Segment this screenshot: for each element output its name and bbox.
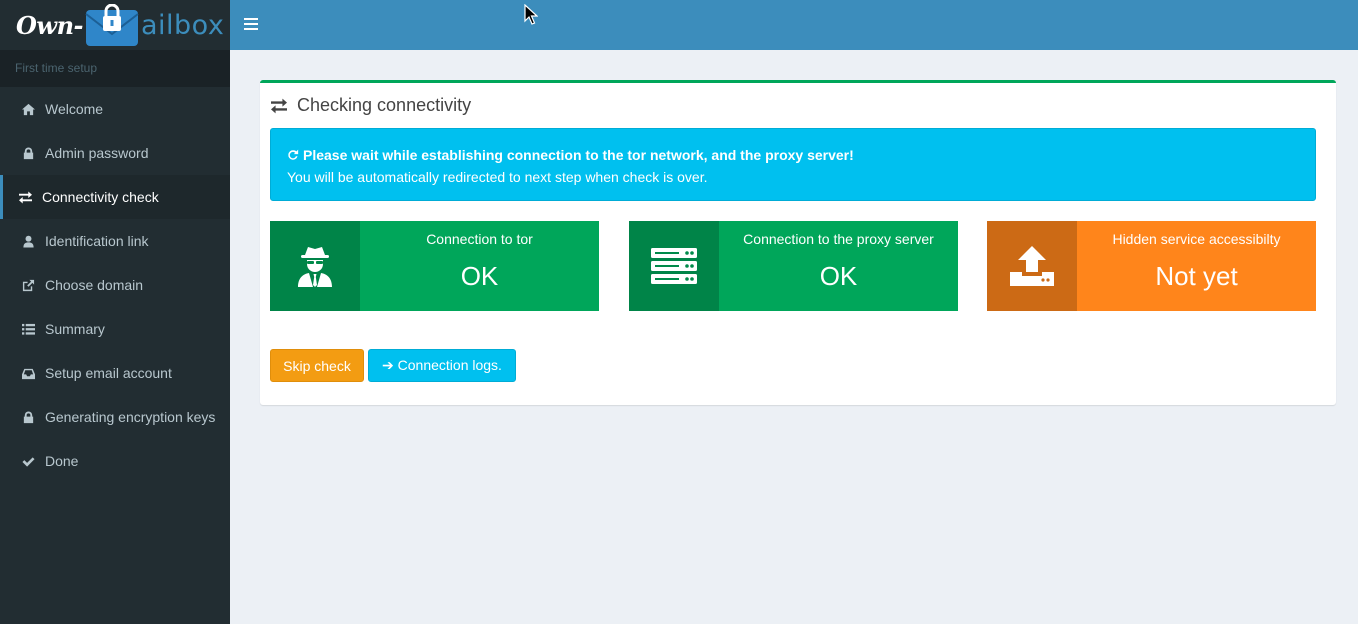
sidebar-toggle-icon[interactable] [244, 18, 258, 30]
card-value: OK [460, 261, 499, 291]
connectivity-box: Checking connectivity Please wait while … [260, 80, 1336, 405]
logo-text-left: Own- [16, 10, 83, 40]
envelope-lock-icon [85, 3, 139, 46]
sidebar-item-label: Generating encryption keys [45, 409, 216, 425]
hidden-service-status-card: Hidden service accessibilty Not yet [987, 221, 1316, 311]
exchange-icon [271, 98, 287, 113]
sidebar-item-choose-domain[interactable]: Choose domain [0, 263, 230, 307]
callout-text: You will be automatically redirected to … [287, 169, 708, 185]
logo[interactable]: Own- ailbox [0, 0, 230, 50]
sidebar-item-summary[interactable]: Summary [0, 307, 230, 351]
proxy-status-card: Connection to the proxy server OK [629, 221, 958, 311]
user-icon [21, 234, 35, 248]
sidebar-item-identification-link[interactable]: Identification link [0, 219, 230, 263]
box-title-text: Checking connectivity [297, 95, 472, 115]
skip-check-button[interactable]: Skip check [270, 349, 364, 382]
sidebar-item-connectivity-check[interactable]: Connectivity check [0, 175, 230, 219]
external-link-icon [21, 278, 35, 292]
inbox-icon [21, 366, 35, 380]
sidebar-item-label: Admin password [45, 145, 149, 161]
lock-icon [21, 146, 35, 160]
sidebar-item-done[interactable]: Done [0, 439, 230, 483]
info-callout: Please wait while establishing connectio… [270, 128, 1316, 201]
sidebar-header: First time setup [0, 50, 230, 87]
connection-logs-button[interactable]: ➔ Connection logs. [368, 349, 516, 382]
card-label: Hidden service accessibilty [1112, 231, 1281, 247]
sidebar-item-welcome[interactable]: Welcome [0, 87, 230, 131]
server-icon [629, 221, 719, 311]
check-icon [21, 454, 35, 468]
card-value: OK [819, 261, 858, 291]
card-value: Not yet [1155, 261, 1238, 291]
mouse-cursor-icon [524, 4, 538, 25]
upload-icon [987, 221, 1077, 311]
sidebar-item-label: Setup email account [45, 365, 172, 381]
sidebar: Own- ailbox First time setup Welcome Adm… [0, 0, 230, 624]
user-secret-icon [270, 221, 360, 311]
list-icon [21, 322, 35, 336]
card-label: Connection to tor [426, 231, 533, 247]
callout-heading: Please wait while establishing connectio… [287, 147, 1299, 163]
sidebar-item-generating-encryption-keys[interactable]: Generating encryption keys [0, 395, 230, 439]
card-label: Connection to the proxy server [743, 231, 934, 247]
sidebar-item-label: Connectivity check [42, 189, 159, 205]
callout-heading-text: Please wait while establishing connectio… [303, 147, 854, 163]
logo-text-right: ailbox [140, 9, 225, 41]
sidebar-item-label: Done [45, 453, 79, 469]
sidebar-item-setup-email-account[interactable]: Setup email account [0, 351, 230, 395]
exchange-icon [18, 190, 32, 204]
sidebar-item-label: Choose domain [45, 277, 144, 293]
home-icon [21, 102, 35, 116]
sidebar-item-label: Summary [45, 321, 105, 337]
sidebar-item-label: Identification link [45, 233, 149, 249]
sidebar-item-label: Welcome [45, 101, 104, 117]
tor-status-card: Connection to tor OK [270, 221, 599, 311]
sidebar-item-admin-password[interactable]: Admin password [0, 131, 230, 175]
lock-icon [21, 410, 35, 424]
top-navbar [230, 0, 1358, 50]
refresh-icon [288, 149, 299, 160]
box-title: Checking connectivity [270, 95, 471, 116]
